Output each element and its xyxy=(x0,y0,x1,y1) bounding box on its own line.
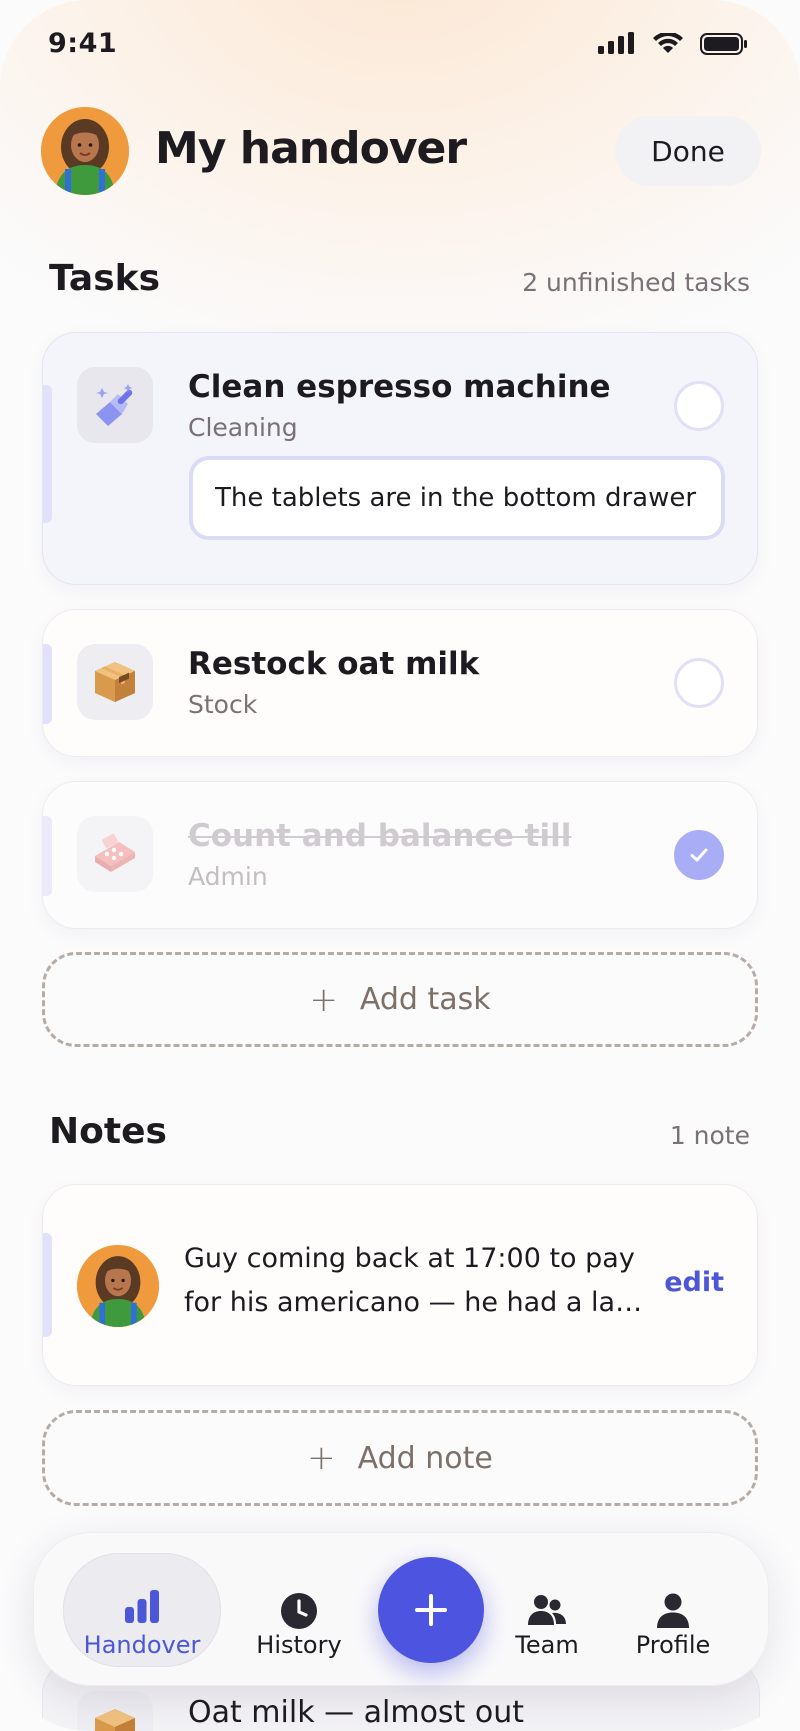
task-checkbox-checked[interactable] xyxy=(674,830,724,880)
cash-icon xyxy=(77,816,153,892)
signal-icon xyxy=(598,32,634,54)
note-text: Guy coming back at 17:00 to pay for his … xyxy=(184,1237,644,1325)
task-category: Cleaning xyxy=(188,413,298,442)
wifi-icon xyxy=(653,33,683,53)
avatar-illustration xyxy=(41,107,129,195)
tab-handover[interactable]: Handover xyxy=(63,1553,221,1667)
avatar xyxy=(77,1245,159,1327)
tab-history[interactable]: History xyxy=(224,1553,374,1665)
tasks-heading: Tasks xyxy=(49,258,161,299)
task-category: Stock xyxy=(188,690,258,719)
note-text-line: for his americano — he had a larg… xyxy=(184,1287,644,1318)
add-task-button[interactable]: + Add task xyxy=(42,952,758,1047)
notes-count: 1 note xyxy=(669,1121,750,1150)
cleaning-icon xyxy=(77,367,153,443)
clock-icon xyxy=(281,1593,317,1629)
box-icon xyxy=(77,644,153,720)
status-bar: 9:41 xyxy=(0,0,800,92)
page-header: My handover Done xyxy=(41,105,761,195)
done-button[interactable]: Done xyxy=(615,116,761,186)
task-checkbox[interactable] xyxy=(674,381,724,431)
add-note-label: Add note xyxy=(357,1440,493,1476)
tab-profile[interactable]: Profile xyxy=(598,1553,748,1665)
note-text-line: Guy coming back at 17:00 to pay xyxy=(184,1243,635,1274)
checkmark-icon xyxy=(690,848,708,862)
person-icon xyxy=(657,1593,689,1628)
task-card[interactable]: Clean espresso machine Cleaning xyxy=(42,332,758,585)
status-time: 9:41 xyxy=(48,28,118,59)
avatar-illustration xyxy=(77,1245,159,1327)
add-fab-button[interactable] xyxy=(378,1557,484,1663)
page-title: My handover xyxy=(155,123,467,174)
battery-icon xyxy=(700,33,747,55)
note-card[interactable]: Guy coming back at 17:00 to pay for his … xyxy=(42,1184,758,1386)
tab-label: History xyxy=(256,1631,342,1659)
phone-screen: 9:41 My handover Done Tasks 2 unfinished… xyxy=(0,0,800,1731)
task-checkbox[interactable] xyxy=(674,658,724,708)
tab-label: Handover xyxy=(83,1631,201,1659)
add-note-button[interactable]: + Add note xyxy=(42,1410,758,1506)
task-accent-bar xyxy=(43,816,52,896)
bar-chart-icon xyxy=(125,1590,159,1623)
plus-icon: + xyxy=(309,979,338,1020)
tasks-count: 2 unfinished tasks xyxy=(522,268,750,297)
tab-label: Profile xyxy=(635,1631,711,1659)
list-item-name: Oat milk — almost out xyxy=(188,1695,524,1730)
task-note-input[interactable] xyxy=(189,456,725,540)
plus-icon: + xyxy=(307,1438,336,1478)
tab-bar: Handover History Team Profile xyxy=(33,1532,769,1686)
note-accent-bar xyxy=(43,1233,52,1337)
edit-note-link[interactable]: edit xyxy=(664,1267,724,1298)
task-accent-bar xyxy=(43,385,52,523)
task-card[interactable]: Count and balance till Admin xyxy=(42,781,758,929)
task-card[interactable]: Restock oat milk Stock xyxy=(42,609,758,757)
team-icon xyxy=(528,1595,566,1625)
task-name: Clean espresso machine xyxy=(188,369,611,405)
task-category: Admin xyxy=(188,862,268,891)
avatar[interactable] xyxy=(41,107,129,195)
box-icon xyxy=(77,1691,153,1731)
task-accent-bar xyxy=(43,644,52,724)
add-task-label: Add task xyxy=(359,982,491,1017)
task-name: Restock oat milk xyxy=(188,646,480,682)
task-name: Count and balance till xyxy=(188,818,572,854)
notes-heading: Notes xyxy=(49,1111,167,1152)
plus-icon xyxy=(415,1594,447,1626)
